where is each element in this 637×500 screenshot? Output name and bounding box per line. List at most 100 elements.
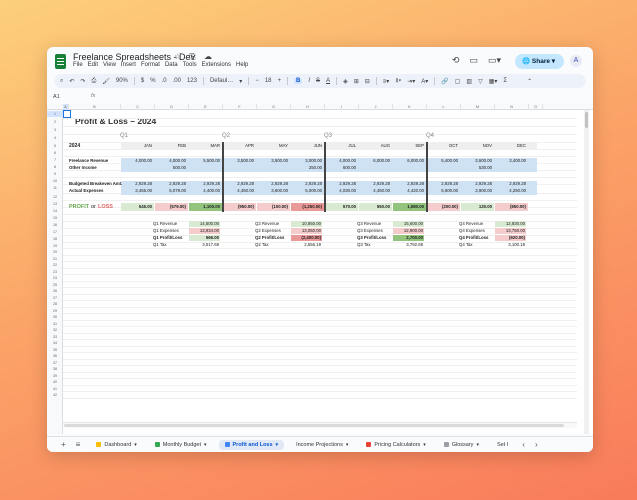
align-horizontal-icon[interactable]: ≡▾ bbox=[383, 78, 390, 85]
row-header-18[interactable]: 18 bbox=[47, 236, 63, 242]
text-color-button[interactable]: A bbox=[326, 78, 330, 84]
quarter-summary-value[interactable]: 14,500.00 bbox=[189, 221, 220, 227]
row-header-11[interactable]: 11 bbox=[47, 185, 63, 191]
column-header-n[interactable]: N bbox=[495, 104, 529, 110]
sheet-tab-glossary[interactable]: Glossary ▾ bbox=[438, 440, 485, 450]
expenses-cell[interactable]: 3,455.00 bbox=[121, 188, 152, 194]
expenses-cell[interactable]: 4,420.00 bbox=[393, 188, 424, 194]
breakeven-cell[interactable]: 2,929.28 bbox=[461, 181, 492, 187]
spreadsheet-grid[interactable]: ABCDEFGHIJKLMNO 1 2 3 4 5 6 7 8 9 10 11 12 13 14 15 16 1… bbox=[47, 104, 593, 434]
row-header-4[interactable]: 4 bbox=[47, 135, 63, 141]
scroll-tabs-left-button[interactable]: ‹ bbox=[522, 440, 525, 449]
expenses-cell[interactable]: 4,450.00 bbox=[359, 188, 390, 194]
profit-loss-cell[interactable]: 130.00 bbox=[461, 203, 494, 211]
breakeven-cell[interactable]: 2,929.28 bbox=[189, 181, 220, 187]
other-cell[interactable] bbox=[189, 165, 220, 171]
column-header-j[interactable]: J bbox=[359, 104, 393, 110]
row-header-12[interactable]: 12 bbox=[47, 194, 63, 200]
profit-loss-cell[interactable]: (579.00) bbox=[155, 203, 188, 211]
share-button[interactable]: 🌐 Share ▾ bbox=[515, 54, 565, 69]
revenue-cell[interactable]: 3,600.00 bbox=[461, 158, 492, 164]
other-cell[interactable] bbox=[427, 165, 458, 171]
other-cell[interactable] bbox=[121, 165, 152, 171]
strikethrough-button[interactable]: S bbox=[316, 78, 320, 84]
menu-tools[interactable]: Tools bbox=[183, 62, 197, 68]
expenses-cell[interactable]: 5,000.00 bbox=[291, 188, 322, 194]
vertical-scrollbar[interactable] bbox=[584, 110, 589, 434]
decrease-decimal-button[interactable]: .0 bbox=[162, 78, 167, 84]
breakeven-cell[interactable]: 2,929.28 bbox=[155, 181, 186, 187]
other-cell[interactable]: 600.00 bbox=[325, 165, 356, 171]
percent-format-button[interactable]: % bbox=[150, 78, 155, 84]
chart-icon[interactable]: ▥ bbox=[466, 78, 472, 85]
row-header-6[interactable]: 6 bbox=[47, 150, 63, 156]
revenue-cell[interactable]: 3,400.00 bbox=[495, 158, 526, 164]
row-header-17[interactable]: 17 bbox=[47, 229, 63, 235]
profit-loss-cell[interactable]: 1,580.00 bbox=[393, 203, 426, 211]
revenue-cell[interactable]: 6,000.00 bbox=[359, 158, 390, 164]
selected-cell-a1[interactable] bbox=[63, 110, 71, 118]
zoom-select[interactable]: 90% bbox=[116, 78, 128, 84]
search-icon[interactable]: ⌕ bbox=[60, 78, 63, 85]
collapse-toolbar-icon[interactable]: ⌃ bbox=[527, 78, 532, 85]
row-header-25[interactable]: 25 bbox=[47, 282, 63, 288]
font-size-decrease-button[interactable]: − bbox=[255, 78, 259, 84]
other-cell[interactable]: 530.00 bbox=[461, 165, 492, 171]
revenue-cell[interactable]: 3,500.00 bbox=[257, 158, 288, 164]
menu-format[interactable]: Format bbox=[141, 62, 160, 68]
undo-icon[interactable]: ↶ bbox=[69, 78, 74, 85]
profit-loss-cell[interactable]: (100.00) bbox=[257, 203, 290, 211]
row-header-27[interactable]: 27 bbox=[47, 295, 63, 301]
column-header-c[interactable]: C bbox=[121, 104, 155, 110]
row-header-19[interactable]: 19 bbox=[47, 243, 63, 249]
row-header-2[interactable]: 2 bbox=[47, 119, 63, 125]
number-format-button[interactable]: 123 bbox=[187, 78, 197, 84]
quarter-summary-value[interactable]: 10,850.00 bbox=[291, 221, 322, 227]
print-icon[interactable]: ⎙ bbox=[91, 78, 96, 85]
scroll-thumb[interactable] bbox=[585, 112, 588, 128]
sheet-tab-set-i[interactable]: Set I bbox=[491, 440, 514, 450]
revenue-cell[interactable]: 4,000.00 bbox=[155, 158, 186, 164]
row-header-7[interactable]: 7 bbox=[47, 157, 63, 163]
row-header-16[interactable]: 16 bbox=[47, 222, 63, 228]
other-cell[interactable]: 500.00 bbox=[155, 165, 186, 171]
column-header-b[interactable]: B bbox=[69, 104, 121, 110]
quarter-summary-value[interactable]: 12,830.00 bbox=[495, 221, 526, 227]
column-header-o[interactable]: O bbox=[529, 104, 543, 110]
menu-edit[interactable]: Edit bbox=[88, 62, 98, 68]
quarter-summary-value[interactable]: 2,700.00 bbox=[393, 235, 424, 241]
fill-color-icon[interactable]: ◈ bbox=[343, 78, 348, 85]
breakeven-cell[interactable]: 2,929.28 bbox=[359, 181, 390, 187]
chevron-down-icon[interactable]: ▾ bbox=[204, 442, 207, 448]
breakeven-cell[interactable]: 2,929.28 bbox=[325, 181, 356, 187]
row-header-38[interactable]: 38 bbox=[47, 366, 63, 372]
row-header-37[interactable]: 37 bbox=[47, 360, 63, 366]
column-header-m[interactable]: M bbox=[461, 104, 495, 110]
row-header-33[interactable]: 33 bbox=[47, 334, 63, 340]
row-header-39[interactable]: 39 bbox=[47, 373, 63, 379]
merge-cells-icon[interactable]: ⊟ bbox=[365, 78, 370, 85]
menu-data[interactable]: Data bbox=[165, 62, 178, 68]
profit-loss-cell[interactable]: 545.00 bbox=[121, 203, 154, 211]
other-cell[interactable] bbox=[223, 165, 254, 171]
quarter-summary-value[interactable]: (2,400.00) bbox=[291, 235, 322, 241]
other-cell[interactable]: 250.00 bbox=[291, 165, 322, 171]
column-header-h[interactable]: H bbox=[291, 104, 325, 110]
row-header-14[interactable]: 14 bbox=[47, 208, 63, 214]
sheet-tab-profit-and-loss[interactable]: Profit and Loss ▾ bbox=[218, 439, 285, 450]
meet-icon[interactable]: ▭▾ bbox=[488, 55, 501, 66]
revenue-cell[interactable]: 4,000.00 bbox=[121, 158, 152, 164]
link-icon[interactable]: 🔗 bbox=[441, 78, 448, 85]
quarter-summary-value[interactable]: (920.00) bbox=[495, 235, 526, 241]
row-header-35[interactable]: 35 bbox=[47, 347, 63, 353]
revenue-cell[interactable]: 3,000.00 bbox=[291, 158, 322, 164]
expenses-cell[interactable]: 3,600.00 bbox=[257, 188, 288, 194]
chevron-down-icon[interactable]: ▾ bbox=[423, 442, 426, 448]
menu-extensions[interactable]: Extensions bbox=[202, 62, 231, 68]
font-select[interactable]: Defaul… bbox=[210, 78, 233, 84]
quarter-summary-value[interactable]: 3,517.68 bbox=[189, 242, 220, 248]
star-move-cloud-icons[interactable]: ☆ ⎘ ☁ bbox=[174, 52, 215, 62]
breakeven-cell[interactable]: 2,929.28 bbox=[427, 181, 458, 187]
row-header-24[interactable]: 24 bbox=[47, 275, 63, 281]
row-header-20[interactable]: 20 bbox=[47, 249, 63, 255]
